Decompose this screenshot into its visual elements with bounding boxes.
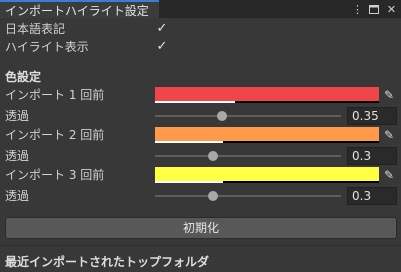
- import-3-color-field[interactable]: [155, 167, 379, 183]
- import-2-alpha-knob[interactable]: [208, 151, 218, 161]
- import-1-color-field[interactable]: [155, 87, 379, 103]
- eyedropper-icon[interactable]: ✎: [382, 128, 396, 142]
- option-label-japanese: 日本語表記: [5, 22, 66, 36]
- reset-button[interactable]: 初期化: [5, 217, 397, 239]
- japanese-notation-checkbox[interactable]: ✓: [155, 22, 169, 36]
- import-3-alpha-input[interactable]: 0.3: [347, 187, 397, 205]
- close-icon[interactable]: ✕: [385, 2, 398, 16]
- import-3-alpha-slider[interactable]: [155, 195, 341, 197]
- option-label-highlight: ハイライト表示: [5, 40, 89, 54]
- import-3-label: インポート 3 回前: [5, 168, 105, 182]
- import-1-alpha-label: 透過: [5, 109, 30, 123]
- import-1-alpha-input[interactable]: 0.35: [347, 107, 397, 125]
- eyedropper-icon[interactable]: ✎: [382, 88, 396, 102]
- more-vert-icon[interactable]: ⋮: [351, 2, 364, 16]
- recent-folders-heading: 最近インポートされたトップフォルダ: [5, 255, 210, 269]
- highlight-display-checkbox[interactable]: ✓: [155, 40, 169, 54]
- window-titlebar: インポートハイライト設定 ⋮ ✕: [0, 0, 401, 18]
- section-divider: [0, 245, 401, 246]
- import-2-alpha-label: 透過: [5, 149, 30, 163]
- import-3-alpha-label: 透過: [5, 189, 30, 203]
- import-1-label: インポート 1 回前: [5, 88, 105, 102]
- import-2-label: インポート 2 回前: [5, 128, 105, 142]
- import-3-alpha-knob[interactable]: [208, 191, 218, 201]
- color-settings-heading: 色設定: [5, 70, 42, 84]
- eyedropper-icon[interactable]: ✎: [382, 168, 396, 182]
- import-2-alpha-slider[interactable]: [155, 155, 341, 157]
- import-1-alpha-knob[interactable]: [217, 111, 227, 121]
- window-tab[interactable]: インポートハイライト設定: [0, 0, 159, 18]
- import-2-alpha-input[interactable]: 0.3: [347, 147, 397, 165]
- import-2-color-field[interactable]: [155, 127, 379, 143]
- maximize-icon[interactable]: [368, 2, 381, 16]
- import-1-alpha-slider[interactable]: [155, 115, 341, 117]
